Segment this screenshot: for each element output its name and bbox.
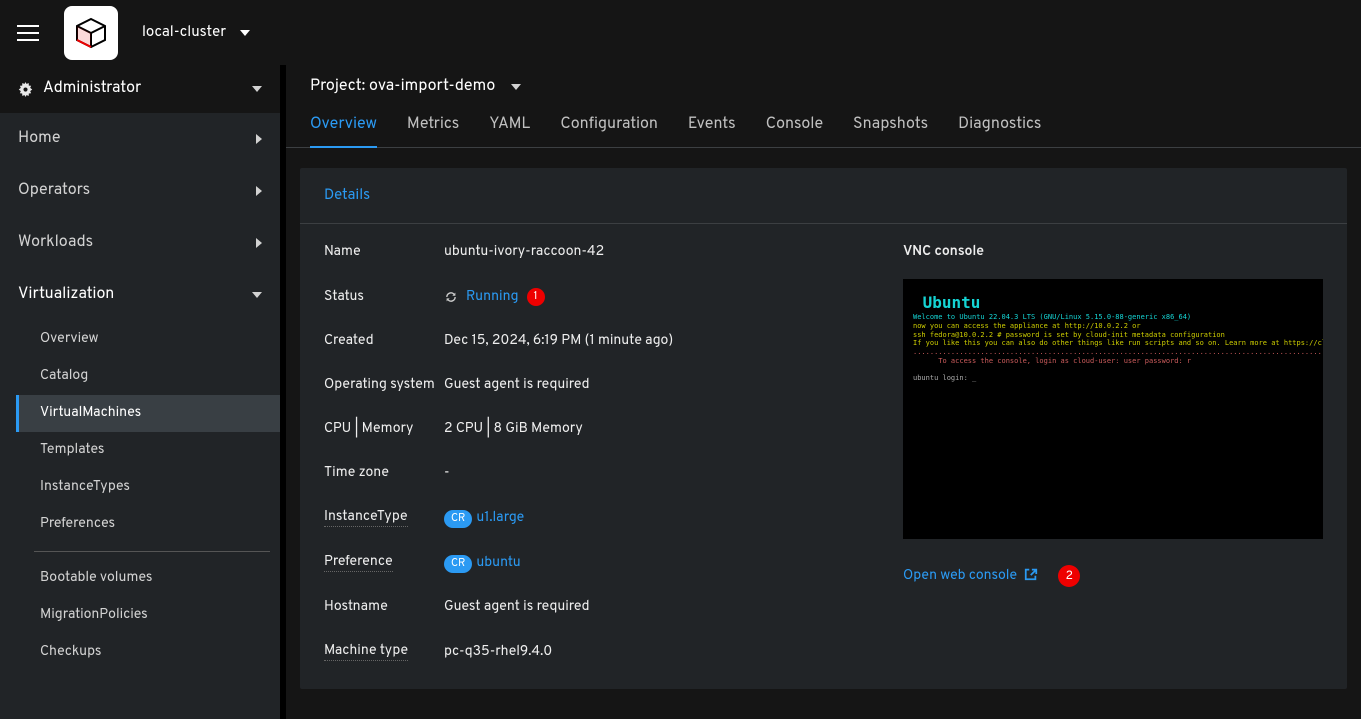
chevron-down-icon [252,86,262,92]
topbar: local-cluster [0,0,1361,65]
cr-badge: CR [444,510,472,528]
product-logo[interactable] [64,6,118,60]
perspective-label: Administrator [43,79,141,99]
subnav-migrationpolicies[interactable]: MigrationPolicies [40,597,270,634]
chevron-right-icon [256,134,262,144]
tab-configuration[interactable]: Configuration [560,107,658,147]
subnav-preferences[interactable]: Preferences [40,506,270,543]
subnav-templates[interactable]: Templates [40,432,270,469]
subnav-instancetypes[interactable]: InstanceTypes [40,469,270,506]
nav-virtualization-group: Virtualization Overview Catalog VirtualM… [0,269,280,671]
subnav-virtualmachines[interactable]: VirtualMachines [16,395,280,432]
tab-events[interactable]: Events [688,107,736,147]
subnav-bootable-volumes[interactable]: Bootable volumes [40,560,270,597]
hamburger-menu[interactable] [0,0,56,65]
tab-bar: Overview Metrics YAML Configuration Even… [286,107,1361,148]
tab-overview[interactable]: Overview [310,107,377,147]
cr-badge: CR [444,555,472,573]
label-preference: Preference [324,554,444,572]
nav-home-label: Home [18,129,60,149]
cluster-dropdown[interactable]: local-cluster [142,23,250,42]
console-badge: 2 [1058,565,1080,587]
tab-snapshots[interactable]: Snapshots [853,107,928,147]
label-instancetype: InstanceType [324,509,444,527]
value-status: Running 1 [444,288,863,306]
label-hostname: Hostname [324,599,444,616]
value-name: ubuntu-ivory-raccoon-42 [444,244,863,261]
gear-icon [18,82,33,97]
details-card: Details Name ubuntu-ivory-raccoon-42 Sta… [300,168,1347,689]
chevron-right-icon [256,238,262,248]
chevron-right-icon [256,186,262,196]
external-link-icon [1024,567,1038,581]
label-name: Name [324,244,444,261]
preference-link[interactable]: ubuntu [476,555,520,572]
vnc-thumbnail[interactable]: Ubuntu Welcome to Ubuntu 22.04.3 LTS (GN… [903,279,1323,539]
subnav-catalog[interactable]: Catalog [40,358,270,395]
details-card-header[interactable]: Details [300,168,1347,224]
value-instancetype: CRu1.large [444,510,863,527]
status-link[interactable]: Running [466,289,519,306]
value-machinetype: pc-q35-rhel9.4.0 [444,644,863,661]
subnav-overview[interactable]: Overview [40,321,270,358]
sync-icon [444,290,458,304]
value-hostname: Guest agent is required [444,599,863,616]
main-content: Project: ova-import-demo Overview Metric… [280,65,1361,719]
perspective-switcher[interactable]: Administrator [0,65,280,113]
tab-metrics[interactable]: Metrics [407,107,459,147]
tab-console[interactable]: Console [766,107,823,147]
cluster-name: local-cluster [142,23,226,42]
label-os: Operating system [324,377,444,394]
status-badge: 1 [527,288,545,306]
value-tz: - [444,465,863,482]
value-created: Dec 15, 2024, 6:19 PM (1 minute ago) [444,333,863,350]
label-machinetype: Machine type [324,643,444,661]
nav-home[interactable]: Home [0,113,280,165]
tab-yaml[interactable]: YAML [489,107,530,147]
label-cpumem: CPU | Memory [324,421,444,438]
chevron-down-icon [252,292,262,298]
open-web-console-link[interactable]: Open web console [903,567,1038,585]
details-heading: Details [324,186,1323,205]
nav-divider [34,551,270,552]
label-created: Created [324,333,444,350]
label-status: Status [324,289,444,306]
nav-operators-label: Operators [18,181,90,201]
value-preference: CRubuntu [444,555,863,572]
caret-down-icon [511,84,521,90]
project-label: Project: ova-import-demo [310,77,495,97]
nav-virtualization[interactable]: Virtualization [0,269,280,321]
details-list: Name ubuntu-ivory-raccoon-42 Status Runn… [324,244,863,661]
value-os: Guest agent is required [444,377,863,394]
nav-workloads[interactable]: Workloads [0,217,280,269]
nav-workloads-label: Workloads [18,233,93,253]
cube-icon [75,17,107,49]
vnc-title: VNC console [903,244,1323,261]
nav-virtualization-label: Virtualization [18,285,114,305]
label-tz: Time zone [324,465,444,482]
subnav-checkups[interactable]: Checkups [40,634,270,671]
value-cpumem: 2 CPU | 8 GiB Memory [444,421,863,438]
tab-diagnostics[interactable]: Diagnostics [958,107,1041,147]
caret-down-icon [240,30,250,36]
nav-operators[interactable]: Operators [0,165,280,217]
hamburger-icon [17,25,39,41]
project-selector[interactable]: Project: ova-import-demo [286,65,1361,107]
sidebar: Administrator Home Operators Workloads V… [0,65,280,719]
instancetype-link[interactable]: u1.large [476,510,524,527]
